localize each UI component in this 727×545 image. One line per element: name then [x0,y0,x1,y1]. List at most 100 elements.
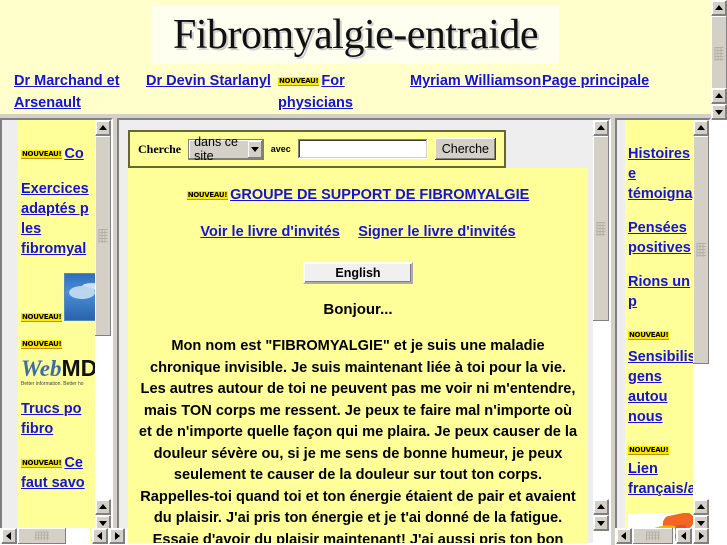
hscroll-right-button[interactable] [693,528,709,544]
chevron-down-icon [697,521,705,526]
center-body: Cherche dans ce site avec Cherche NOUVEA… [119,120,593,543]
browser-page: Fibromyalgie-entraide Dr Marchand et Ars… [0,0,727,545]
scroll-up-button-2[interactable] [593,499,609,515]
scroll-up-button[interactable] [693,120,709,136]
nav-item-1: Dr Devin Starlanyl [146,70,278,114]
right-frame-hscrollbar[interactable] [615,528,675,545]
chevron-left-icon [6,532,11,540]
scroll-down-button[interactable] [593,515,609,531]
right-link-rions[interactable]: Rions un p [628,274,690,310]
scroll-thumb[interactable] [693,136,709,364]
page-scroll-up-button-2[interactable] [711,88,727,104]
grip-icon [714,46,724,61]
right-link-histoires[interactable]: Histoires e témoignag [628,146,693,202]
chevron-right-icon [699,532,704,540]
right-item-4: NOUVEAU! Lien français/an [628,441,693,499]
nouveau-badge-icon: NOUVEAU! [21,313,63,322]
right-link-pensees-positives[interactable]: Pensées positives [628,220,691,256]
page-scroll-thumb[interactable] [711,16,727,91]
left-frame-scrollbar[interactable] [95,120,111,543]
page-vertical-scrollbar[interactable] [711,0,727,545]
right-link-liens[interactable]: Lien français/an [628,461,693,497]
nav-link-marchand-arsenault[interactable]: Dr Marchand et Arsenault [14,73,120,111]
search-submit-button[interactable]: Cherche [434,138,496,160]
hscroll-thumb[interactable] [633,528,673,544]
sky-photo-image[interactable] [64,273,95,321]
hscroll-right-button[interactable] [109,528,125,544]
center-frame: Cherche dans ce site avec Cherche NOUVEA… [117,118,611,545]
nav-link-page-principale[interactable]: Page principale [542,73,649,89]
nouveau-badge-icon: NOUVEAU! [278,77,320,86]
chevron-up-icon [99,125,107,130]
hscroll-left-button[interactable] [1,528,17,544]
site-title-part1: Fibromyalgie-entraide [172,11,539,58]
nav-item-0: Dr Marchand et Arsenault [14,70,146,114]
story-text: Mon nom est "FIBROMYALGIE" et je suis un… [138,338,578,543]
left-link-co[interactable]: Co [64,146,83,162]
chevron-up-icon [715,5,723,10]
left-item-5: NOUVEAU! Ce faut savo [21,453,94,493]
right-sidebar: Histoires e témoignag Pensées positives … [625,120,693,543]
greeting-text: Bonjour... [323,301,393,318]
search-scope-select[interactable]: dans ce site [188,135,264,163]
nav-link-myriam-williamson[interactable]: Myriam Williamson [410,73,541,89]
chevron-down-icon [715,110,723,115]
webmd-logo-web: Web [21,356,62,381]
right-frame-scrollbar[interactable] [693,120,709,543]
english-button[interactable]: English [303,262,413,284]
scroll-thumb[interactable] [95,136,111,336]
hscroll-left-button-2[interactable] [92,528,108,544]
center-frame-scrollbar[interactable] [593,120,609,543]
right-item-3: NOUVEAU! Sensibilise gens autou nous [628,326,693,427]
nav-item-2: NOUVEAU! For physicians [278,70,410,114]
nav-item-3: Myriam Williamson [410,70,542,114]
hscroll-left-button-2[interactable] [676,528,692,544]
grip-icon [98,229,108,243]
left-item-2: NOUVEAU! [21,273,95,326]
top-navigation: Dr Marchand et Arsenault Dr Devin Starla… [0,66,711,114]
webmd-logo-md: MD [61,355,95,381]
left-link-trucs-fibro[interactable]: Trucs po fibro [21,401,81,437]
nouveau-badge-icon: NOUVEAU! [628,331,670,340]
scroll-thumb[interactable] [593,136,609,321]
search-with-label: avec [270,144,291,154]
chevron-right-icon [115,532,120,540]
scroll-up-button[interactable] [95,120,111,136]
scroll-up-button-2[interactable] [693,499,709,515]
grip-icon [696,243,706,257]
nav-link-devin-starlanyl[interactable]: Dr Devin Starlanyl [146,73,271,89]
chevron-left-icon [97,532,102,540]
webmd-logo-image[interactable]: WebMD [21,355,95,381]
page-scroll-down-button[interactable] [711,104,727,120]
right-frame-hscrollbar-right-buttons[interactable] [676,528,712,545]
hscroll-left-button[interactable] [616,528,632,544]
webmd-tagline: Better information. Better ho [21,381,84,387]
scroll-down-button[interactable] [95,499,111,515]
left-frame: NOUVEAU! Co Exercices adaptés p les fibro… [0,118,113,545]
guestbook-view-link[interactable]: Voir le livre d'invités [200,224,339,240]
left-item-1: Exercices adaptés p les fibromyal [21,179,94,259]
chevron-down-icon [597,521,605,526]
chevron-up-icon [697,504,705,509]
guestbook-row: Voir le livre d'invités Signer le livre … [134,223,582,241]
grip-icon [596,221,606,236]
right-link-sensibiliser[interactable]: Sensibilise gens autou nous [628,349,693,425]
left-frame-hscrollbar[interactable] [0,528,90,545]
scroll-up-button[interactable] [593,120,609,136]
hscroll-thumb[interactable] [18,528,66,544]
center-content-panel: NOUVEAU! GROUPE DE SUPPORT DE FIBROMYALGI… [128,168,588,543]
group-support-link[interactable]: GROUPE DE SUPPORT DE FIBROMYALGIE [230,187,529,203]
nouveau-badge-icon: NOUVEAU! [21,459,63,468]
chevron-down-icon [99,521,107,526]
left-frame-hscrollbar-right-buttons[interactable] [92,528,128,545]
search-input[interactable] [297,139,428,159]
header-frame: Fibromyalgie-entraide Dr Marchand et Ars… [0,0,711,114]
guestbook-sign-link[interactable]: Signer le livre d'invités [358,224,515,240]
chevron-down-icon[interactable] [247,140,262,158]
page-scroll-up-button[interactable] [711,0,727,16]
chevron-left-icon [621,532,626,540]
site-banner: Fibromyalgie-entraide [0,0,711,66]
left-link-exercices[interactable]: Exercices adaptés p les fibromyal [21,181,89,257]
search-scope-value: dans ce site [194,135,238,163]
right-item-2: Rions un p [628,272,693,312]
